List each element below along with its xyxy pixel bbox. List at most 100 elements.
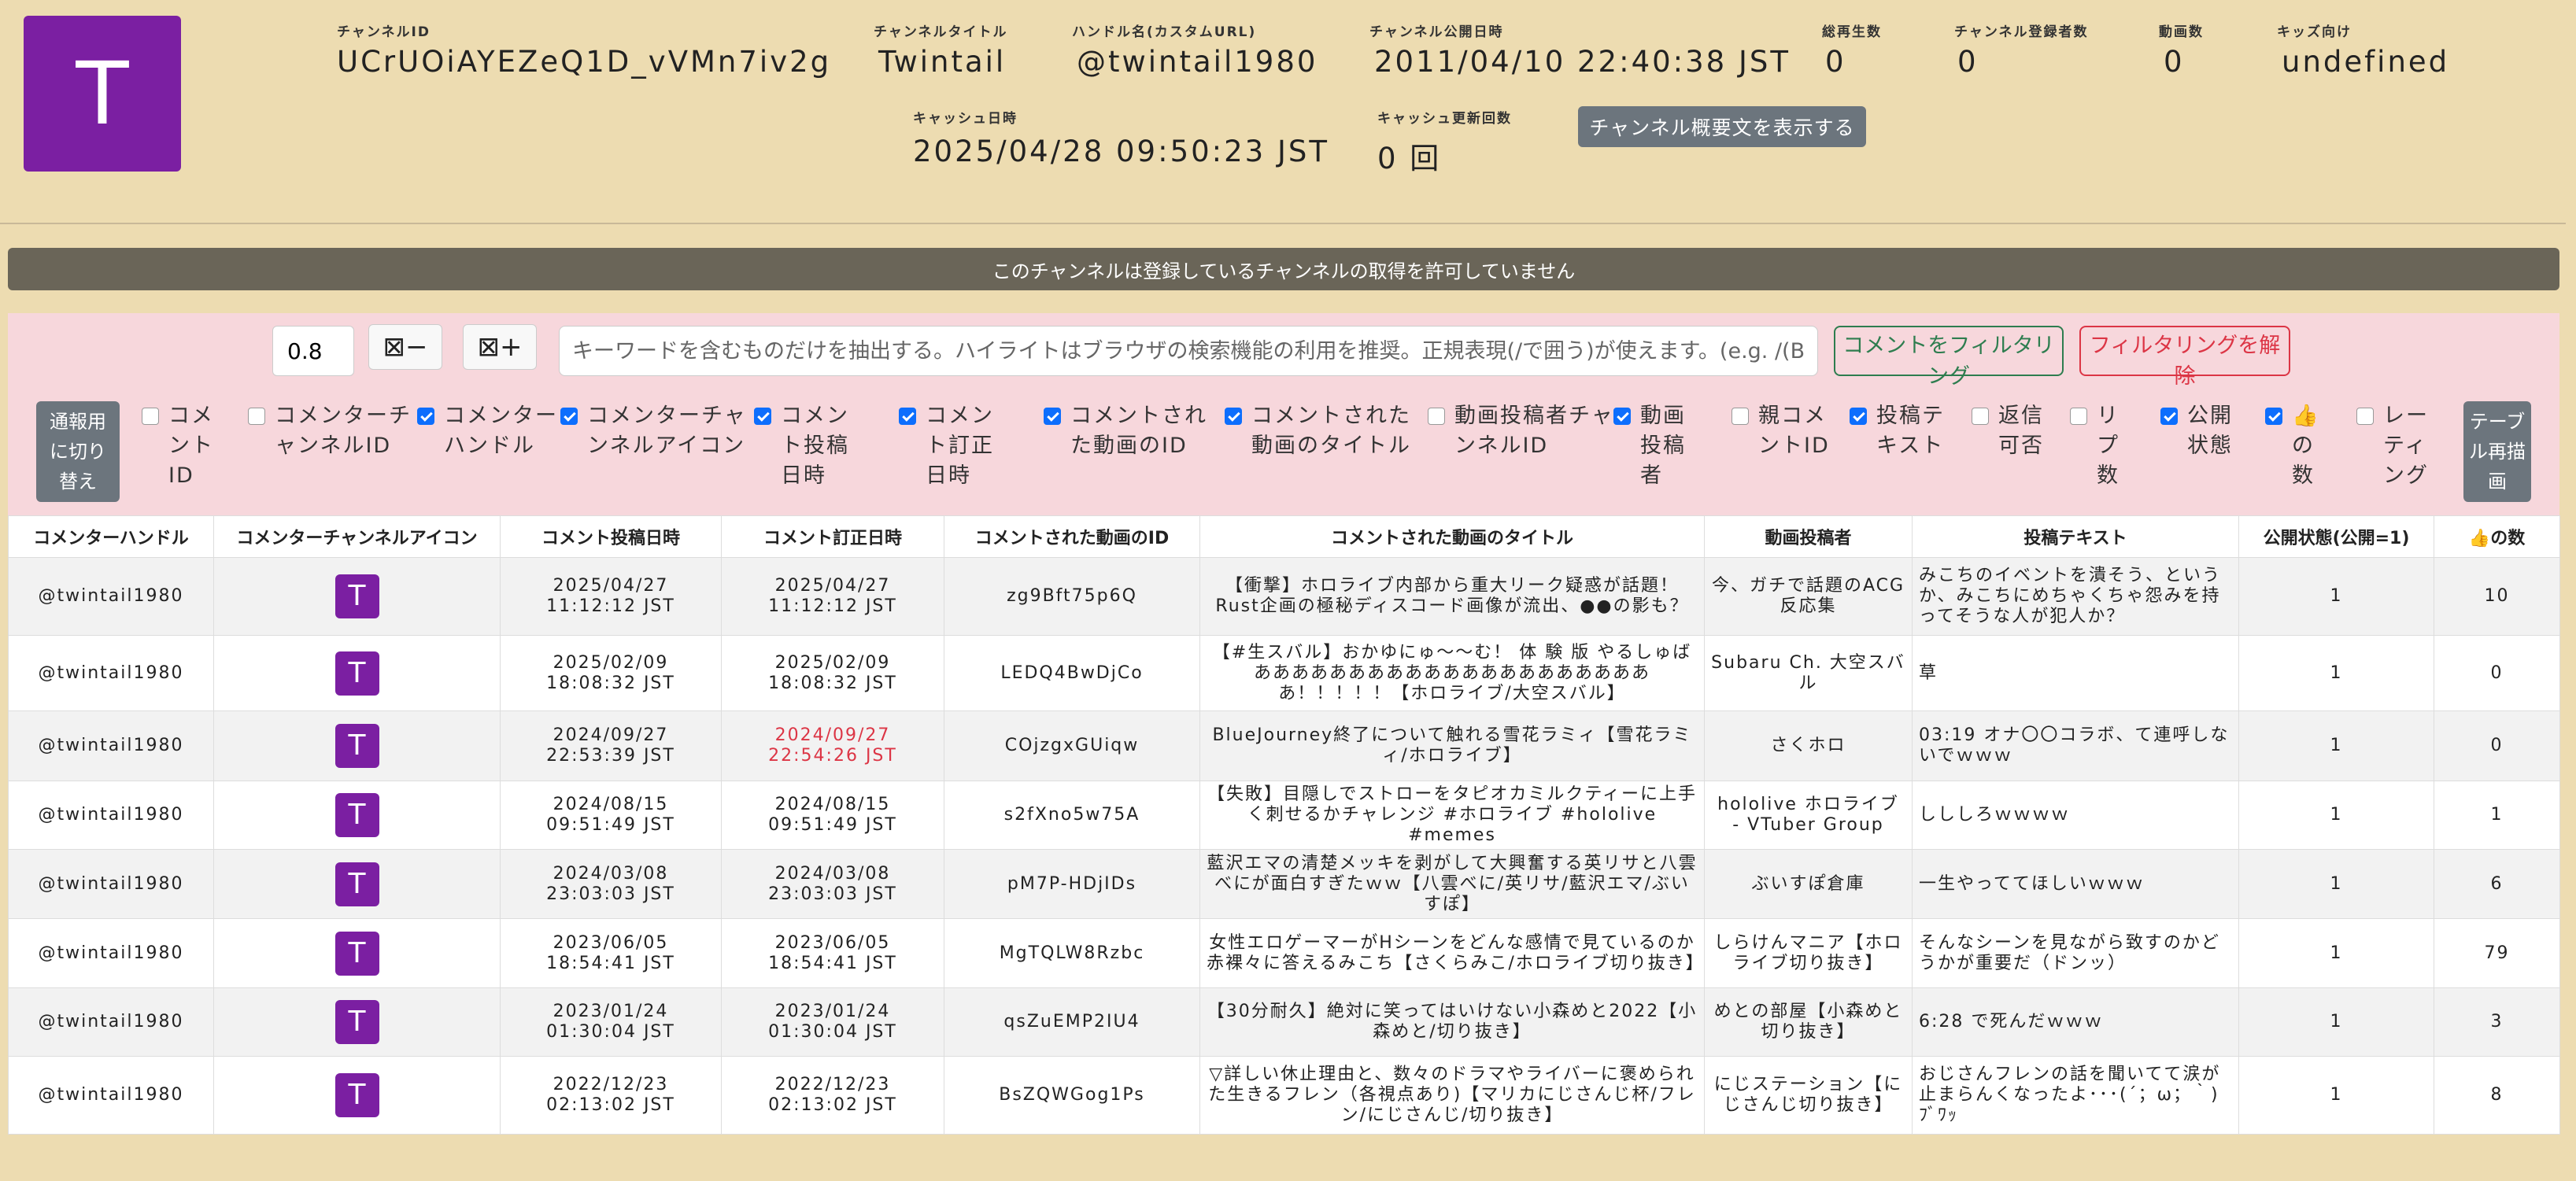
report-mode-button[interactable]: 通報用に切り替え	[36, 401, 120, 502]
threshold-input[interactable]	[272, 326, 354, 376]
cell-video-title[interactable]: 藍沢エマの清楚メッキを剥がして大興奮する英リサと八雲べにが面白すぎたｗｗ【八雲べ…	[1199, 849, 1705, 919]
checkbox[interactable]	[2265, 408, 2282, 425]
filter-comments-button[interactable]: コメントをフィルタリング	[1834, 326, 2064, 389]
header-post-text[interactable]: 投稿テキスト	[1912, 515, 2239, 558]
column-toggle-rating[interactable]: レーティング	[2356, 401, 2443, 491]
commenter-avatar[interactable]: T	[334, 1000, 379, 1044]
column-toggle-comment-id[interactable]: コメントID	[142, 401, 233, 491]
header-edited-at[interactable]: コメント訂正日時	[721, 515, 944, 558]
column-toggle-uploader[interactable]: 動画投稿者	[1613, 401, 1700, 491]
checkbox[interactable]	[2160, 408, 2178, 425]
cell-uploader[interactable]: hololive ホロライブ - VTuber Group	[1704, 781, 1913, 850]
cell-text: みこちのイベントを潰そう、というか、みこちにめちゃくちゃ怨みを持ってそうな人が犯…	[1912, 557, 2239, 636]
checkbox[interactable]	[417, 408, 434, 425]
cell-uploader[interactable]: にじステーション【にじさんじ切り抜き】	[1704, 1056, 1913, 1135]
channel-views-label: 総再生数	[1822, 24, 1882, 40]
cell-video-id[interactable]: zg9Bft75p6Q	[944, 557, 1200, 636]
channel-published-value: 2011/04/10 22:40:38 JST	[1374, 45, 1791, 79]
cell-video-title[interactable]: ▽詳しい休止理由と、数々のドラマやライバーに褒められた生きるフレン（各視点あり)…	[1199, 1056, 1705, 1135]
checkbox[interactable]	[2356, 408, 2374, 425]
cell-video-title[interactable]: 【衝撃】ホロライブ内部から重大リーク疑惑が話題！Rust企画の極秘ディスコード画…	[1199, 557, 1705, 636]
cell-likes: 3	[2434, 987, 2560, 1057]
redraw-table-button[interactable]: テーブル再描画	[2463, 401, 2531, 502]
checkbox[interactable]	[899, 408, 916, 425]
cell-video-id[interactable]: MgTQLW8Rzbc	[944, 918, 1200, 988]
cell-text: 一生やっててほしいｗｗｗ	[1912, 849, 2239, 919]
cell-video-title[interactable]: 【#生スバル】おかゆにゅ〜〜む！ 体 験 版 やるしゅばああああああああああああ…	[1199, 635, 1705, 711]
column-toggle-reply-count[interactable]: リプ数	[2070, 401, 2130, 491]
column-toggle-posted-at[interactable]: コメント投稿日時	[754, 401, 867, 491]
header-posted-at[interactable]: コメント投稿日時	[500, 515, 722, 558]
cell-video-title[interactable]: 女性エロゲーマーがHシーンをどんな感情で見ているのか赤裸々に答えるみこち【さくら…	[1199, 918, 1705, 988]
cell-icon: T	[213, 635, 501, 711]
column-toggle-likes[interactable]: 👍の数	[2265, 401, 2325, 491]
column-toggle-post-text[interactable]: 投稿テキスト	[1850, 401, 1963, 461]
commenter-avatar[interactable]: T	[334, 651, 379, 696]
cell-video-id[interactable]: BsZQWGog1Ps	[944, 1056, 1200, 1135]
clear-filter-button[interactable]: フィルタリングを解除	[2079, 326, 2290, 389]
cell-video-title[interactable]: 【30分耐久】絶対に笑ってはいけない小森めと2022【小森めと/切り抜き】	[1199, 987, 1705, 1057]
column-toggle-parent-comment-id[interactable]: 親コメントID	[1732, 401, 1845, 461]
commenter-avatar[interactable]: T	[334, 1073, 379, 1117]
channel-subs-value: 0	[1957, 45, 1979, 79]
column-toggle-public-status[interactable]: 公開状態	[2160, 401, 2247, 461]
header-video-id[interactable]: コメントされた動画のID	[944, 515, 1200, 558]
column-toggle-commenter-channel-id[interactable]: コメンターチャンネルID	[248, 401, 432, 461]
table-row: @twintail1980 T 2025/02/09 18:08:32 JST …	[8, 635, 2560, 711]
cell-text: そんなシーンを見ながら致すのかどうかが重要だ（ドンッ）	[1912, 918, 2239, 988]
commenter-avatar[interactable]: T	[334, 793, 379, 837]
checkbox[interactable]	[248, 408, 265, 425]
commenter-avatar[interactable]: T	[334, 862, 379, 906]
cell-video-title[interactable]: 【失敗】目隠しでストローをタピオカミルクティーに上手く刺せるかチャレンジ #ホロ…	[1199, 781, 1705, 850]
column-toggle-edited-at[interactable]: コメント訂正日時	[899, 401, 1012, 491]
column-toggle-video-id[interactable]: コメントされた動画のID	[1044, 401, 1212, 461]
checkbox[interactable]	[1613, 408, 1631, 425]
threshold-increase-button[interactable]: ⊠+	[463, 324, 537, 370]
cell-uploader[interactable]: ぶいすぽ倉庫	[1704, 849, 1913, 919]
checkbox[interactable]	[1044, 408, 1061, 425]
cell-handle: @twintail1980	[8, 557, 214, 636]
cell-edited: 2024/08/15 09:51:49 JST	[721, 781, 944, 850]
commenter-avatar[interactable]: T	[334, 724, 379, 768]
checkbox[interactable]	[142, 408, 159, 425]
cell-uploader[interactable]: Subaru Ch. 大空スバル	[1704, 635, 1913, 711]
header-commenter-icon[interactable]: コメンターチャンネルアイコン	[213, 515, 501, 558]
header-likes[interactable]: 👍の数	[2434, 515, 2560, 558]
threshold-decrease-button[interactable]: ⊠−	[368, 324, 442, 370]
checkbox[interactable]	[2070, 408, 2087, 425]
cell-handle: @twintail1980	[8, 918, 214, 988]
column-toggle-reply-allowed[interactable]: 返信可否	[1972, 401, 2058, 461]
column-toggle-video-title[interactable]: コメントされた動画のタイトル	[1225, 401, 1421, 461]
commenter-avatar[interactable]: T	[334, 931, 379, 976]
cell-text: 6:28 で死んだｗｗｗ	[1912, 987, 2239, 1057]
cell-video-id[interactable]: pM7P-HDjIDs	[944, 849, 1200, 919]
keyword-filter-input[interactable]	[559, 326, 1818, 376]
checkbox[interactable]	[1732, 408, 1749, 425]
show-description-button[interactable]: チャンネル概要文を表示する	[1578, 106, 1866, 147]
checkbox[interactable]	[1225, 408, 1242, 425]
column-toggle-uploader-channel-id[interactable]: 動画投稿者チャンネルID	[1428, 401, 1624, 461]
checkbox[interactable]	[754, 408, 771, 425]
checkbox[interactable]	[560, 408, 578, 425]
cell-edited: 2024/03/08 23:03:03 JST	[721, 849, 944, 919]
cell-video-title[interactable]: BlueJourney終了について触れる雪花ラミィ【雪花ラミィ/ホロライブ】	[1199, 710, 1705, 781]
cell-uploader[interactable]: めとの部屋【小森めと切り抜き】	[1704, 987, 1913, 1057]
column-toggle-commenter-handle[interactable]: コメンターハンドル	[417, 401, 560, 461]
checkbox[interactable]	[1972, 408, 1989, 425]
checkbox[interactable]	[1428, 408, 1445, 425]
cell-video-id[interactable]: COjzgxGUiqw	[944, 710, 1200, 781]
header-uploader[interactable]: 動画投稿者	[1704, 515, 1913, 558]
header-public-status[interactable]: 公開状態(公開=1)	[2238, 515, 2434, 558]
cell-video-id[interactable]: s2fXno5w75A	[944, 781, 1200, 850]
cell-uploader[interactable]: しらけんマニア【ホロライブ切り抜き】	[1704, 918, 1913, 988]
cell-posted: 2023/01/24 01:30:04 JST	[500, 987, 722, 1057]
commenter-avatar[interactable]: T	[334, 574, 379, 618]
cell-video-id[interactable]: LEDQ4BwDjCo	[944, 635, 1200, 711]
header-video-title[interactable]: コメントされた動画のタイトル	[1199, 515, 1705, 558]
cell-uploader[interactable]: さくホロ	[1704, 710, 1913, 781]
cell-uploader[interactable]: 今、ガチで話題のACG反応集	[1704, 557, 1913, 636]
checkbox[interactable]	[1850, 408, 1867, 425]
header-commenter-handle[interactable]: コメンターハンドル	[8, 515, 214, 558]
cell-video-id[interactable]: qsZuEMP2IU4	[944, 987, 1200, 1057]
column-toggle-commenter-icon[interactable]: コメンターチャンネルアイコン	[560, 401, 762, 461]
